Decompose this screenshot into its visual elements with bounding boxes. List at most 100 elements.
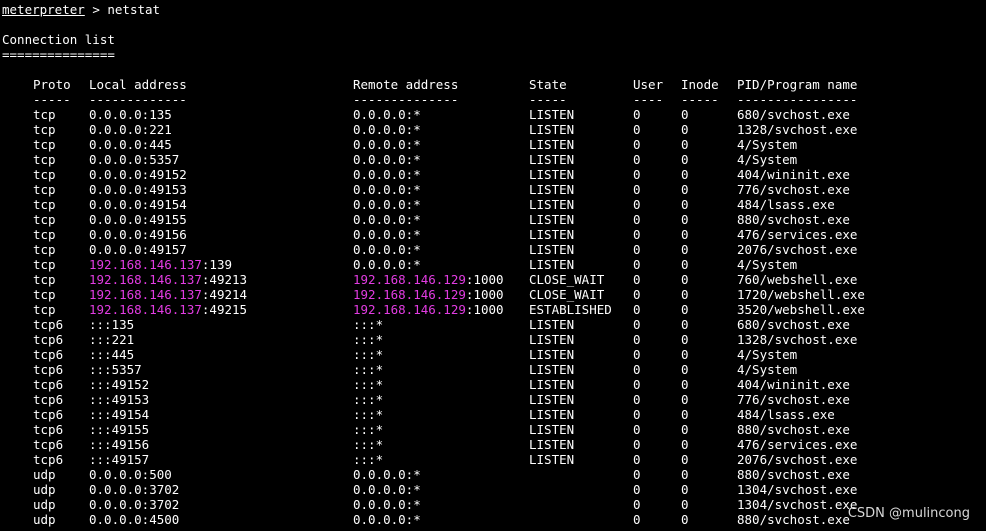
local-address-text: :::49154 (89, 407, 150, 422)
cell-local-address: 0.0.0.0:4500 (89, 512, 179, 527)
cell-state: LISTEN (529, 362, 575, 377)
cell-state: LISTEN (529, 452, 575, 467)
cell-user: 0 (633, 272, 641, 287)
cell-proto: tcp (33, 227, 56, 242)
remote-address-text: :1000 (465, 287, 504, 302)
remote-address-text: :::* (353, 407, 384, 422)
remote-address-text: 0.0.0.0:* (353, 122, 421, 137)
remote-address-text: :::* (353, 452, 384, 467)
cell-pid-program: 2076/svchost.exe (737, 242, 858, 257)
table-row: tcp 0.0.0.0:221 0.0.0.0:* LISTEN 0 0 1328/svch… (2, 122, 982, 137)
cell-user: 0 (633, 167, 641, 182)
cell-state: LISTEN (529, 422, 575, 437)
remote-address-text: :::* (353, 347, 384, 362)
cell-proto: tcp6 (33, 392, 64, 407)
cell-user: 0 (633, 122, 641, 137)
remote-address-text: 0.0.0.0:* (353, 512, 421, 527)
cell-state: LISTEN (529, 437, 575, 452)
local-address-text: 0.0.0.0:49157 (89, 242, 187, 257)
local-address-text: 0.0.0.0:3702 (89, 497, 180, 512)
cell-remote-address: 0.0.0.0:* (353, 497, 421, 512)
rule-state: ----- (529, 92, 567, 107)
section-title-rule: =============== (2, 47, 115, 62)
local-address-text: :49213 (201, 272, 248, 287)
cell-proto: tcp (33, 197, 56, 212)
cell-pid-program: 4/System (737, 152, 798, 167)
command-line: meterpreter > netstat (2, 2, 982, 17)
cell-user: 0 (633, 512, 641, 527)
cell-proto: tcp (33, 122, 56, 137)
cell-remote-address: 0.0.0.0:* (353, 182, 421, 197)
cell-inode: 0 (681, 437, 689, 452)
remote-address-text: :::* (353, 422, 384, 437)
cell-inode: 0 (681, 407, 689, 422)
cell-local-address: 192.168.146.137:49215 (89, 302, 247, 317)
cell-local-address: 0.0.0.0:49153 (89, 182, 187, 197)
cell-local-address: 0.0.0.0:5357 (89, 152, 179, 167)
cell-proto: tcp (33, 272, 56, 287)
cell-pid-program: 680/svchost.exe (737, 317, 850, 332)
cell-proto: tcp (33, 182, 56, 197)
cell-pid-program: 4/System (737, 137, 798, 152)
rule-remote-address: -------------- (353, 92, 459, 107)
cell-user: 0 (633, 467, 641, 482)
local-ip-address: 192.168.146.137 (89, 272, 202, 287)
cell-user: 0 (633, 257, 641, 272)
cell-user: 0 (633, 407, 641, 422)
cell-inode: 0 (681, 107, 689, 122)
cell-inode: 0 (681, 137, 689, 152)
cell-inode: 0 (681, 167, 689, 182)
cell-pid-program: 1328/svchost.exe (737, 122, 858, 137)
cell-inode: 0 (681, 182, 689, 197)
local-address-text: 0.0.0.0:49152 (89, 167, 187, 182)
cell-user: 0 (633, 317, 641, 332)
local-address-text: :::49157 (89, 452, 150, 467)
table-row: tcp 192.168.146.137:49214 192.168.146.129:… (2, 287, 982, 302)
cell-user: 0 (633, 392, 641, 407)
cell-inode: 0 (681, 152, 689, 167)
local-ip-address: 192.168.146.137 (89, 287, 202, 302)
table-row: tcp6:::49154:::* LISTEN 0 0 484/lsass.exe (2, 407, 982, 422)
cell-state: LISTEN (529, 242, 575, 257)
cell-state: CLOSE_WAIT (529, 287, 605, 302)
cell-pid-program: 4/System (737, 362, 798, 377)
cell-user: 0 (633, 347, 641, 362)
local-address-text: :::135 (89, 317, 135, 332)
cell-proto: tcp (33, 242, 56, 257)
remote-address-text: 0.0.0.0:* (353, 212, 421, 227)
cell-remote-address: :::* (353, 437, 383, 452)
prompt-name: meterpreter (2, 2, 85, 17)
remote-address-text: 0.0.0.0:* (353, 227, 421, 242)
table-row: udp 0.0.0.0:3702 0.0.0.0:* 0 0 1304/svchost.e… (2, 497, 982, 512)
cell-pid-program: 680/svchost.exe (737, 107, 850, 122)
remote-ip-address: 192.168.146.129 (353, 287, 466, 302)
local-address-text: :::49155 (89, 422, 150, 437)
cell-pid-program: 1304/svchost.exe (737, 497, 858, 512)
cell-pid-program: 404/wininit.exe (737, 167, 850, 182)
cell-state: LISTEN (529, 167, 575, 182)
cell-proto: udp (33, 482, 56, 497)
terminal-window[interactable]: meterpreter > netstat Connection list ==… (2, 2, 982, 529)
cell-local-address: :::445 (89, 347, 134, 362)
watermark: CSDN @mulincong (847, 506, 970, 521)
cell-inode: 0 (681, 317, 689, 332)
cell-pid-program: 2076/svchost.exe (737, 452, 858, 467)
cell-state: LISTEN (529, 347, 575, 362)
cell-pid-program: 1720/webshell.exe (737, 287, 865, 302)
cell-remote-address: 192.168.146.129:1000 (353, 272, 504, 287)
cell-user: 0 (633, 422, 641, 437)
cell-pid-program: 1328/svchost.exe (737, 332, 858, 347)
remote-address-text: :::* (353, 332, 384, 347)
cell-state: LISTEN (529, 407, 575, 422)
table-row: tcp6:::49152:::* LISTEN 0 0 404/wininit.exe (2, 377, 982, 392)
cell-state: LISTEN (529, 197, 575, 212)
table-row: udp 0.0.0.0:4500 0.0.0.0:* 0 0 880/svchost.ex… (2, 512, 982, 527)
cell-user: 0 (633, 107, 641, 122)
table-row: tcp 0.0.0.0:135 0.0.0.0:* LISTEN 0 0 680/svcho… (2, 107, 982, 122)
cell-remote-address: 0.0.0.0:* (353, 227, 421, 242)
cell-user: 0 (633, 287, 641, 302)
table-row: tcp6:::221:::* LISTEN 0 0 1328/svchost.exe (2, 332, 982, 347)
cell-proto: tcp6 (33, 407, 64, 422)
cell-state: LISTEN (529, 122, 575, 137)
cell-local-address: :::49152 (89, 377, 149, 392)
